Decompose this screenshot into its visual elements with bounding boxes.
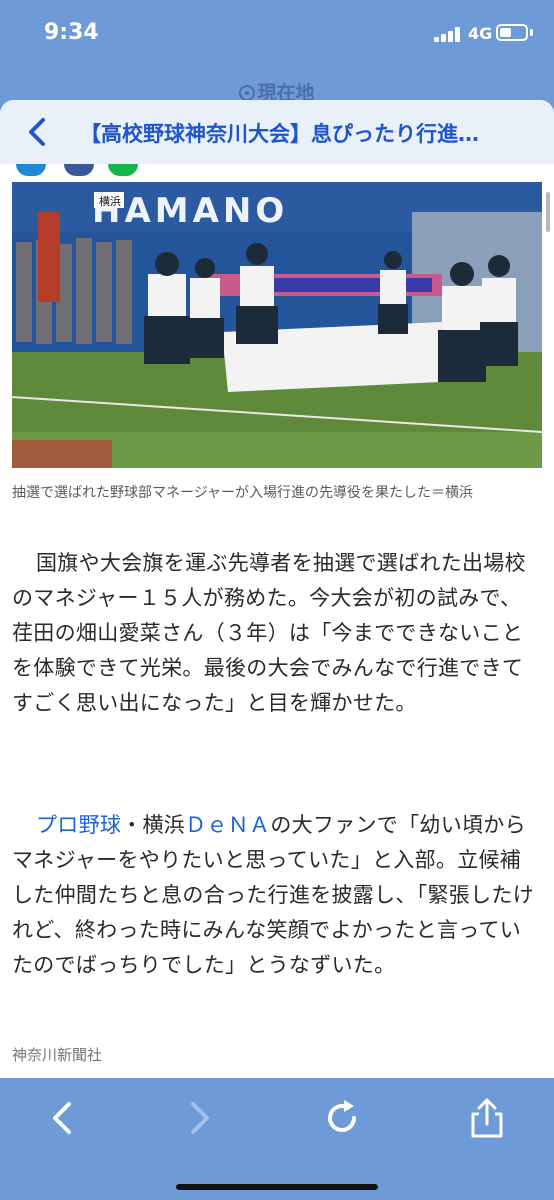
scoreboard-sign: 横浜 <box>99 194 121 208</box>
article-paragraph: 国旗や大会旗を運ぶ先導者を抽選で選ばれた出場校のマネジャー１５人が務めた。今大会… <box>12 546 540 721</box>
signal-strength-icon <box>434 26 464 42</box>
paragraph-text: の大ファンで「幼い頃からマネジャーをやりたいと思っていた」と入部。立候補した仲間… <box>12 813 534 977</box>
bottom-toolbar <box>0 1078 554 1200</box>
pro-baseball-link[interactable]: プロ野球 <box>36 813 121 837</box>
status-time: 9:34 <box>44 20 99 45</box>
article-paragraph: プロ野球・横浜ＤｅＮＡの大ファンで「幼い頃からマネジャーをやりたいと思っていた」… <box>12 808 540 983</box>
article-photo: HAMANO 横浜 <box>12 182 542 468</box>
article-sheet: 【高校野球神奈川大会】息ぴったり行進… HAMANO 横浜 抽選で選ばれた野球部… <box>0 100 554 1200</box>
article-header: 【高校野球神奈川大会】息ぴったり行進… <box>0 100 554 164</box>
chevron-left-icon[interactable] <box>18 112 58 152</box>
reload-icon[interactable] <box>320 1096 364 1140</box>
share-button-remnant[interactable] <box>64 164 94 176</box>
battery-icon <box>496 24 528 41</box>
forward-arrow-icon[interactable] <box>176 1096 220 1140</box>
article-source: 神奈川新聞社 <box>12 1046 103 1064</box>
home-indicator[interactable] <box>176 1184 378 1190</box>
dena-link[interactable]: ＤｅＮＡ <box>185 813 270 837</box>
location-icon <box>239 85 256 101</box>
photo-caption: 抽選で選ばれた野球部マネージャーが入場行進の先導役を果たした＝横浜 <box>12 485 474 501</box>
network-label: 4G <box>468 24 493 43</box>
page-title: 【高校野球神奈川大会】息ぴったり行進… <box>80 122 479 146</box>
paragraph-text: ・横浜 <box>121 813 186 837</box>
battery-cap <box>530 29 533 36</box>
share-button-remnant[interactable] <box>108 164 138 176</box>
share-button-remnant[interactable] <box>16 164 46 176</box>
status-bar: 9:34 4G <box>0 0 554 70</box>
scrollbar[interactable] <box>546 192 550 232</box>
back-arrow-icon[interactable] <box>42 1096 86 1140</box>
paragraph-text: 国旗や大会旗を運ぶ先導者を抽選で選ばれた出場校のマネジャー１５人が務めた。今大会… <box>12 551 526 715</box>
share-icon[interactable] <box>465 1096 509 1140</box>
